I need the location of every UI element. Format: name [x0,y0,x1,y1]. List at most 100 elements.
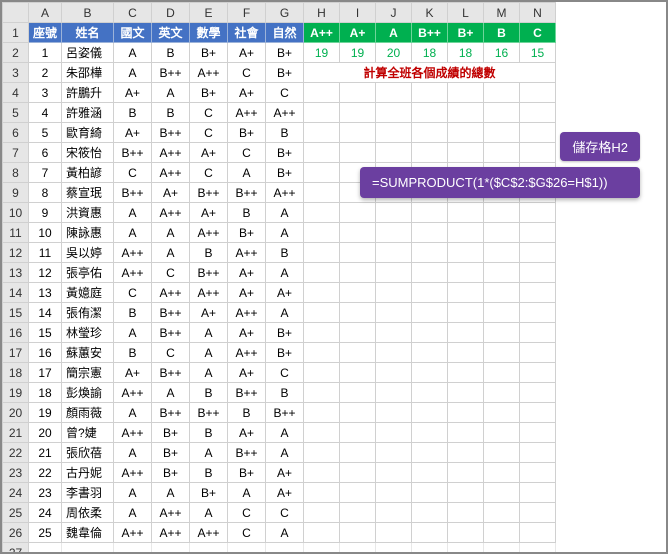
grade-header-2[interactable]: A [376,23,412,43]
cell[interactable] [304,523,340,543]
cell[interactable] [376,103,412,123]
row-header-7[interactable]: 7 [3,143,29,163]
row-header-4[interactable]: 4 [3,83,29,103]
cell[interactable] [520,243,556,263]
cell[interactable] [448,383,484,403]
grade-header-1[interactable]: A+ [340,23,376,43]
cell[interactable] [520,503,556,523]
grade[interactable]: B+ [266,323,304,343]
grade[interactable]: C [190,163,228,183]
cell[interactable] [412,243,448,263]
grade[interactable]: B+ [266,43,304,63]
cell[interactable] [448,543,484,555]
row-header-27[interactable]: 27 [3,543,29,555]
cell[interactable] [304,543,340,555]
grade[interactable]: C [228,143,266,163]
grade[interactable]: B [190,463,228,483]
cell[interactable] [190,543,228,555]
name[interactable]: 歐育綺 [62,123,114,143]
cell[interactable] [520,343,556,363]
grade[interactable]: A+ [114,363,152,383]
cell[interactable] [448,263,484,283]
seat[interactable]: 10 [29,223,62,243]
col-header-H[interactable]: H [304,3,340,23]
row-header-26[interactable]: 26 [3,523,29,543]
cell[interactable] [376,223,412,243]
cell[interactable] [340,223,376,243]
seat[interactable]: 2 [29,63,62,83]
cell[interactable] [484,503,520,523]
grade-header-5[interactable]: B [484,23,520,43]
cell[interactable] [448,463,484,483]
grade[interactable]: A+ [152,183,190,203]
row-header-9[interactable]: 9 [3,183,29,203]
cell[interactable] [520,103,556,123]
seat[interactable]: 24 [29,503,62,523]
cell[interactable] [376,403,412,423]
name[interactable]: 呂姿儀 [62,43,114,63]
seat[interactable]: 14 [29,303,62,323]
name[interactable]: 陳詠惠 [62,223,114,243]
cell[interactable] [448,243,484,263]
cell[interactable] [340,463,376,483]
grade[interactable]: B++ [152,363,190,383]
grade[interactable]: B+ [152,443,190,463]
cell[interactable] [376,543,412,555]
name[interactable]: 許雅涵 [62,103,114,123]
cell[interactable] [484,243,520,263]
cell[interactable] [376,243,412,263]
grade[interactable]: A++ [152,503,190,523]
cell[interactable] [304,283,340,303]
grade[interactable]: B [266,383,304,403]
grade[interactable]: A++ [114,263,152,283]
grade[interactable]: A+ [228,363,266,383]
cell[interactable] [340,83,376,103]
col-header-M[interactable]: M [484,3,520,23]
cell[interactable] [448,303,484,323]
grade[interactable]: A [114,203,152,223]
row-header-11[interactable]: 11 [3,223,29,243]
grade[interactable]: A++ [152,203,190,223]
grade[interactable]: A [114,63,152,83]
row-header-25[interactable]: 25 [3,503,29,523]
cell[interactable] [340,383,376,403]
seat[interactable]: 5 [29,123,62,143]
row-header-5[interactable]: 5 [3,103,29,123]
grade[interactable]: A [228,163,266,183]
grade[interactable]: B+ [190,43,228,63]
cell[interactable] [304,503,340,523]
grade[interactable]: A++ [152,143,190,163]
header-1[interactable]: 姓名 [62,23,114,43]
cell[interactable] [448,423,484,443]
row-header-16[interactable]: 16 [3,323,29,343]
cell[interactable] [520,523,556,543]
grade[interactable]: B++ [228,383,266,403]
grade[interactable]: A [190,323,228,343]
cell[interactable] [412,503,448,523]
grade[interactable]: A++ [114,463,152,483]
count-5[interactable]: 16 [484,43,520,63]
header-4[interactable]: 數學 [190,23,228,43]
row-header-14[interactable]: 14 [3,283,29,303]
cell[interactable] [448,523,484,543]
grade[interactable]: B++ [190,263,228,283]
grade-header-4[interactable]: B+ [448,23,484,43]
cell[interactable] [376,83,412,103]
cell[interactable] [340,503,376,523]
grade[interactable]: B+ [266,163,304,183]
name[interactable]: 彭煥諭 [62,383,114,403]
cell[interactable] [448,323,484,343]
grade[interactable]: A [266,263,304,283]
count-2[interactable]: 20 [376,43,412,63]
cell[interactable] [520,323,556,343]
cell[interactable] [340,343,376,363]
grade[interactable]: B+ [152,463,190,483]
cell[interactable] [304,303,340,323]
cell[interactable] [412,383,448,403]
red-message[interactable]: 計算全班各個成績的總數 [304,63,556,83]
cell[interactable] [376,363,412,383]
cell[interactable] [340,103,376,123]
grade[interactable]: C [266,503,304,523]
grade-header-6[interactable]: C [520,23,556,43]
name[interactable]: 魏韋倫 [62,523,114,543]
